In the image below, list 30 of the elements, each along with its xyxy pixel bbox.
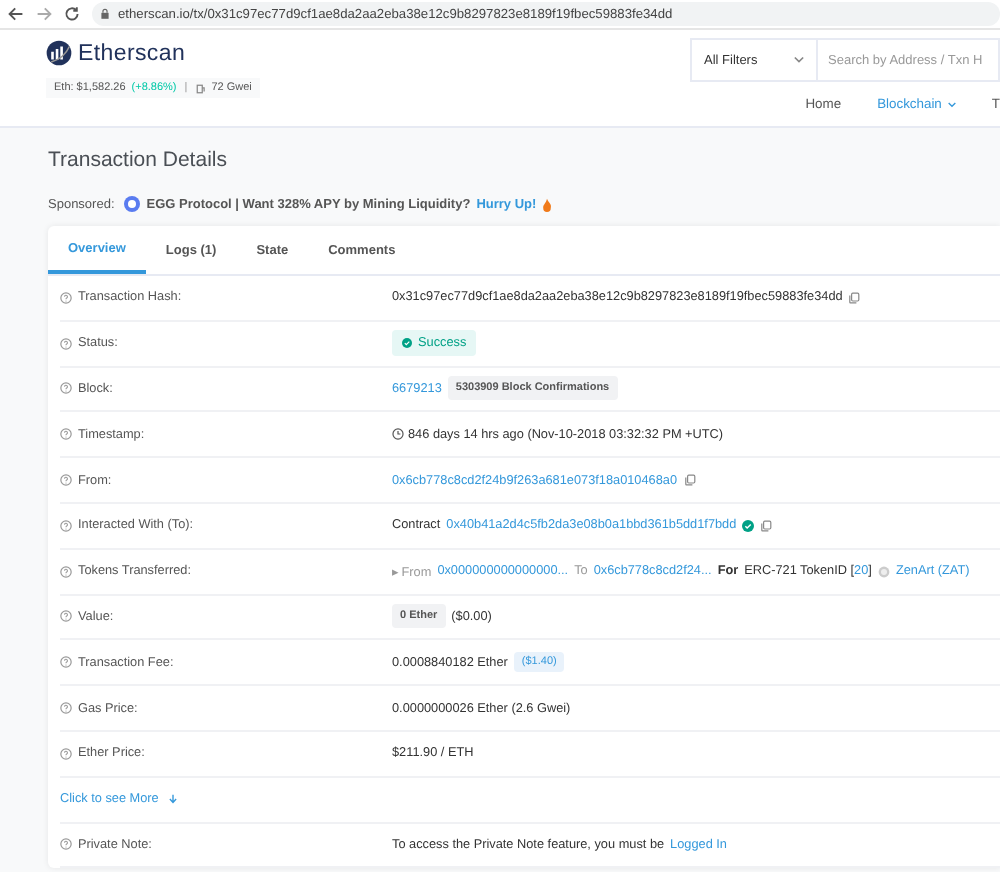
help-icon: [60, 291, 72, 304]
token-icon: [877, 565, 890, 578]
copy-icon[interactable]: [760, 519, 773, 532]
help-icon: [60, 382, 72, 395]
gas-pump-icon: [195, 83, 206, 93]
help-icon: [60, 519, 72, 532]
help-icon: [60, 565, 72, 578]
caret-icon: [794, 56, 804, 64]
flame-icon: [542, 197, 553, 211]
help-icon: [60, 747, 72, 760]
help-icon: [60, 474, 72, 487]
back-icon[interactable]: [8, 6, 24, 22]
help-icon: [60, 337, 72, 350]
page-title: Transaction Details: [48, 146, 229, 172]
help-icon: [60, 656, 72, 669]
down-arrow-icon: [168, 794, 179, 805]
copy-icon[interactable]: [848, 291, 861, 304]
forward-icon[interactable]: [36, 6, 52, 22]
clock-icon: [392, 428, 404, 441]
logo-text[interactable]: Etherscan: [78, 41, 186, 65]
copy-icon[interactable]: [683, 474, 696, 487]
coin-icon: [124, 196, 141, 212]
logo-icon: [46, 40, 72, 66]
verified-icon: [742, 519, 755, 532]
lock-icon: [100, 8, 110, 20]
reload-icon[interactable]: [64, 6, 80, 22]
help-icon: [60, 428, 72, 441]
help-icon: [60, 838, 72, 851]
help-icon: [60, 702, 72, 715]
help-icon: [60, 610, 72, 623]
